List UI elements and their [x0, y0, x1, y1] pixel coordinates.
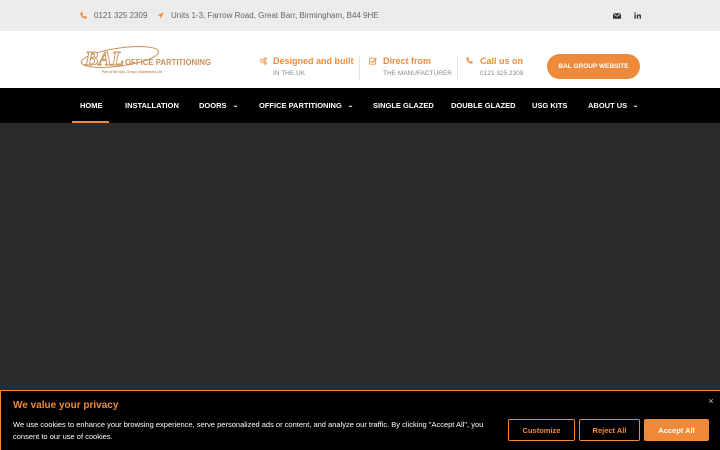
chevron-down-icon: ⌄	[347, 103, 354, 109]
feature-title: Direct from	[383, 56, 432, 66]
check-square-icon	[369, 57, 377, 67]
main-nav: HOME INSTALLATION DOORS ⌄ OFFICE PARTITI…	[0, 88, 720, 123]
feature-divider	[359, 56, 360, 80]
feature-title: Call us on	[480, 56, 524, 66]
nav-item-label: SINGLE GLAZED	[373, 101, 434, 110]
nav-item-label: DOUBLE GLAZED	[451, 101, 516, 110]
feature-divider	[457, 56, 458, 80]
nav-item-label: ABOUT US	[588, 101, 628, 110]
cookie-body: We use cookies to enhance your browsing …	[13, 420, 484, 441]
logo-tagline: Part of the BAL Group (Aluminium) Ltd	[102, 70, 162, 74]
nav-item-label: USG KITS	[532, 101, 568, 110]
logo-main-text: BAL	[84, 48, 124, 70]
nav-item-doors[interactable]: DOORS ⌄	[199, 88, 238, 123]
reject-all-button[interactable]: Reject All	[579, 419, 640, 441]
bal-logo[interactable]: BAL OFFICE PARTITIONING Part of the BAL …	[80, 43, 215, 75]
envelope-icon[interactable]	[610, 0, 624, 31]
chevron-down-icon: ⌄	[632, 103, 639, 109]
cookie-banner: We value your privacy We use cookies to …	[0, 390, 720, 450]
nav-item-label: INSTALLATION	[125, 101, 179, 110]
phone-icon	[466, 57, 473, 66]
cogs-icon	[259, 57, 267, 67]
nav-item-single-glazed[interactable]: SINGLE GLAZED	[373, 88, 434, 123]
nav-item-usg-kits[interactable]: USG KITS	[532, 88, 567, 123]
nav-item-home[interactable]: HOME	[80, 88, 103, 123]
nav-item-label: OFFICE PARTITIONING	[259, 101, 342, 110]
hero-area	[0, 123, 720, 390]
logo-sub-text: OFFICE PARTITIONING	[125, 57, 211, 67]
nav-item-office-partitioning[interactable]: OFFICE PARTITIONING ⌄	[259, 88, 354, 123]
topbar-phone-text: 0121 325 2309	[94, 11, 148, 20]
topbar-address: Units 1-3, Farrow Road, Great Barr, Birm…	[157, 0, 379, 31]
feature-subtitle: 0121 325 2309	[480, 70, 524, 77]
nav-item-double-glazed[interactable]: DOUBLE GLAZED	[451, 88, 516, 123]
feature-title: Designed and built	[273, 56, 354, 66]
accept-all-button[interactable]: Accept All	[644, 419, 709, 441]
nav-item-about-us[interactable]: ABOUT US ⌄	[588, 88, 639, 123]
customize-button[interactable]: Customize	[508, 419, 575, 441]
site-header: BAL OFFICE PARTITIONING Part of the BAL …	[0, 31, 720, 88]
nav-item-label: HOME	[80, 101, 103, 110]
nav-item-installation[interactable]: INSTALLATION	[125, 88, 179, 123]
feature-subtitle: IN THE UK	[273, 70, 306, 77]
location-arrow-icon	[157, 12, 164, 19]
topbar-address-text: Units 1-3, Farrow Road, Great Barr, Birm…	[171, 11, 379, 20]
nav-item-label: DOORS	[199, 101, 227, 110]
cookie-title: We value your privacy	[13, 400, 119, 411]
linkedin-icon[interactable]	[630, 0, 644, 31]
chevron-down-icon: ⌄	[231, 103, 239, 109]
feature-subtitle: THE MANUFACTURER	[383, 70, 452, 77]
close-icon[interactable]: ×	[705, 395, 717, 407]
bal-group-website-button[interactable]: BAL GROUP WEBSITE	[547, 54, 640, 79]
top-bar: 0121 325 2309 Units 1-3, Farrow Road, Gr…	[0, 0, 720, 31]
topbar-phone[interactable]: 0121 325 2309	[80, 0, 147, 31]
phone-icon	[80, 12, 87, 19]
